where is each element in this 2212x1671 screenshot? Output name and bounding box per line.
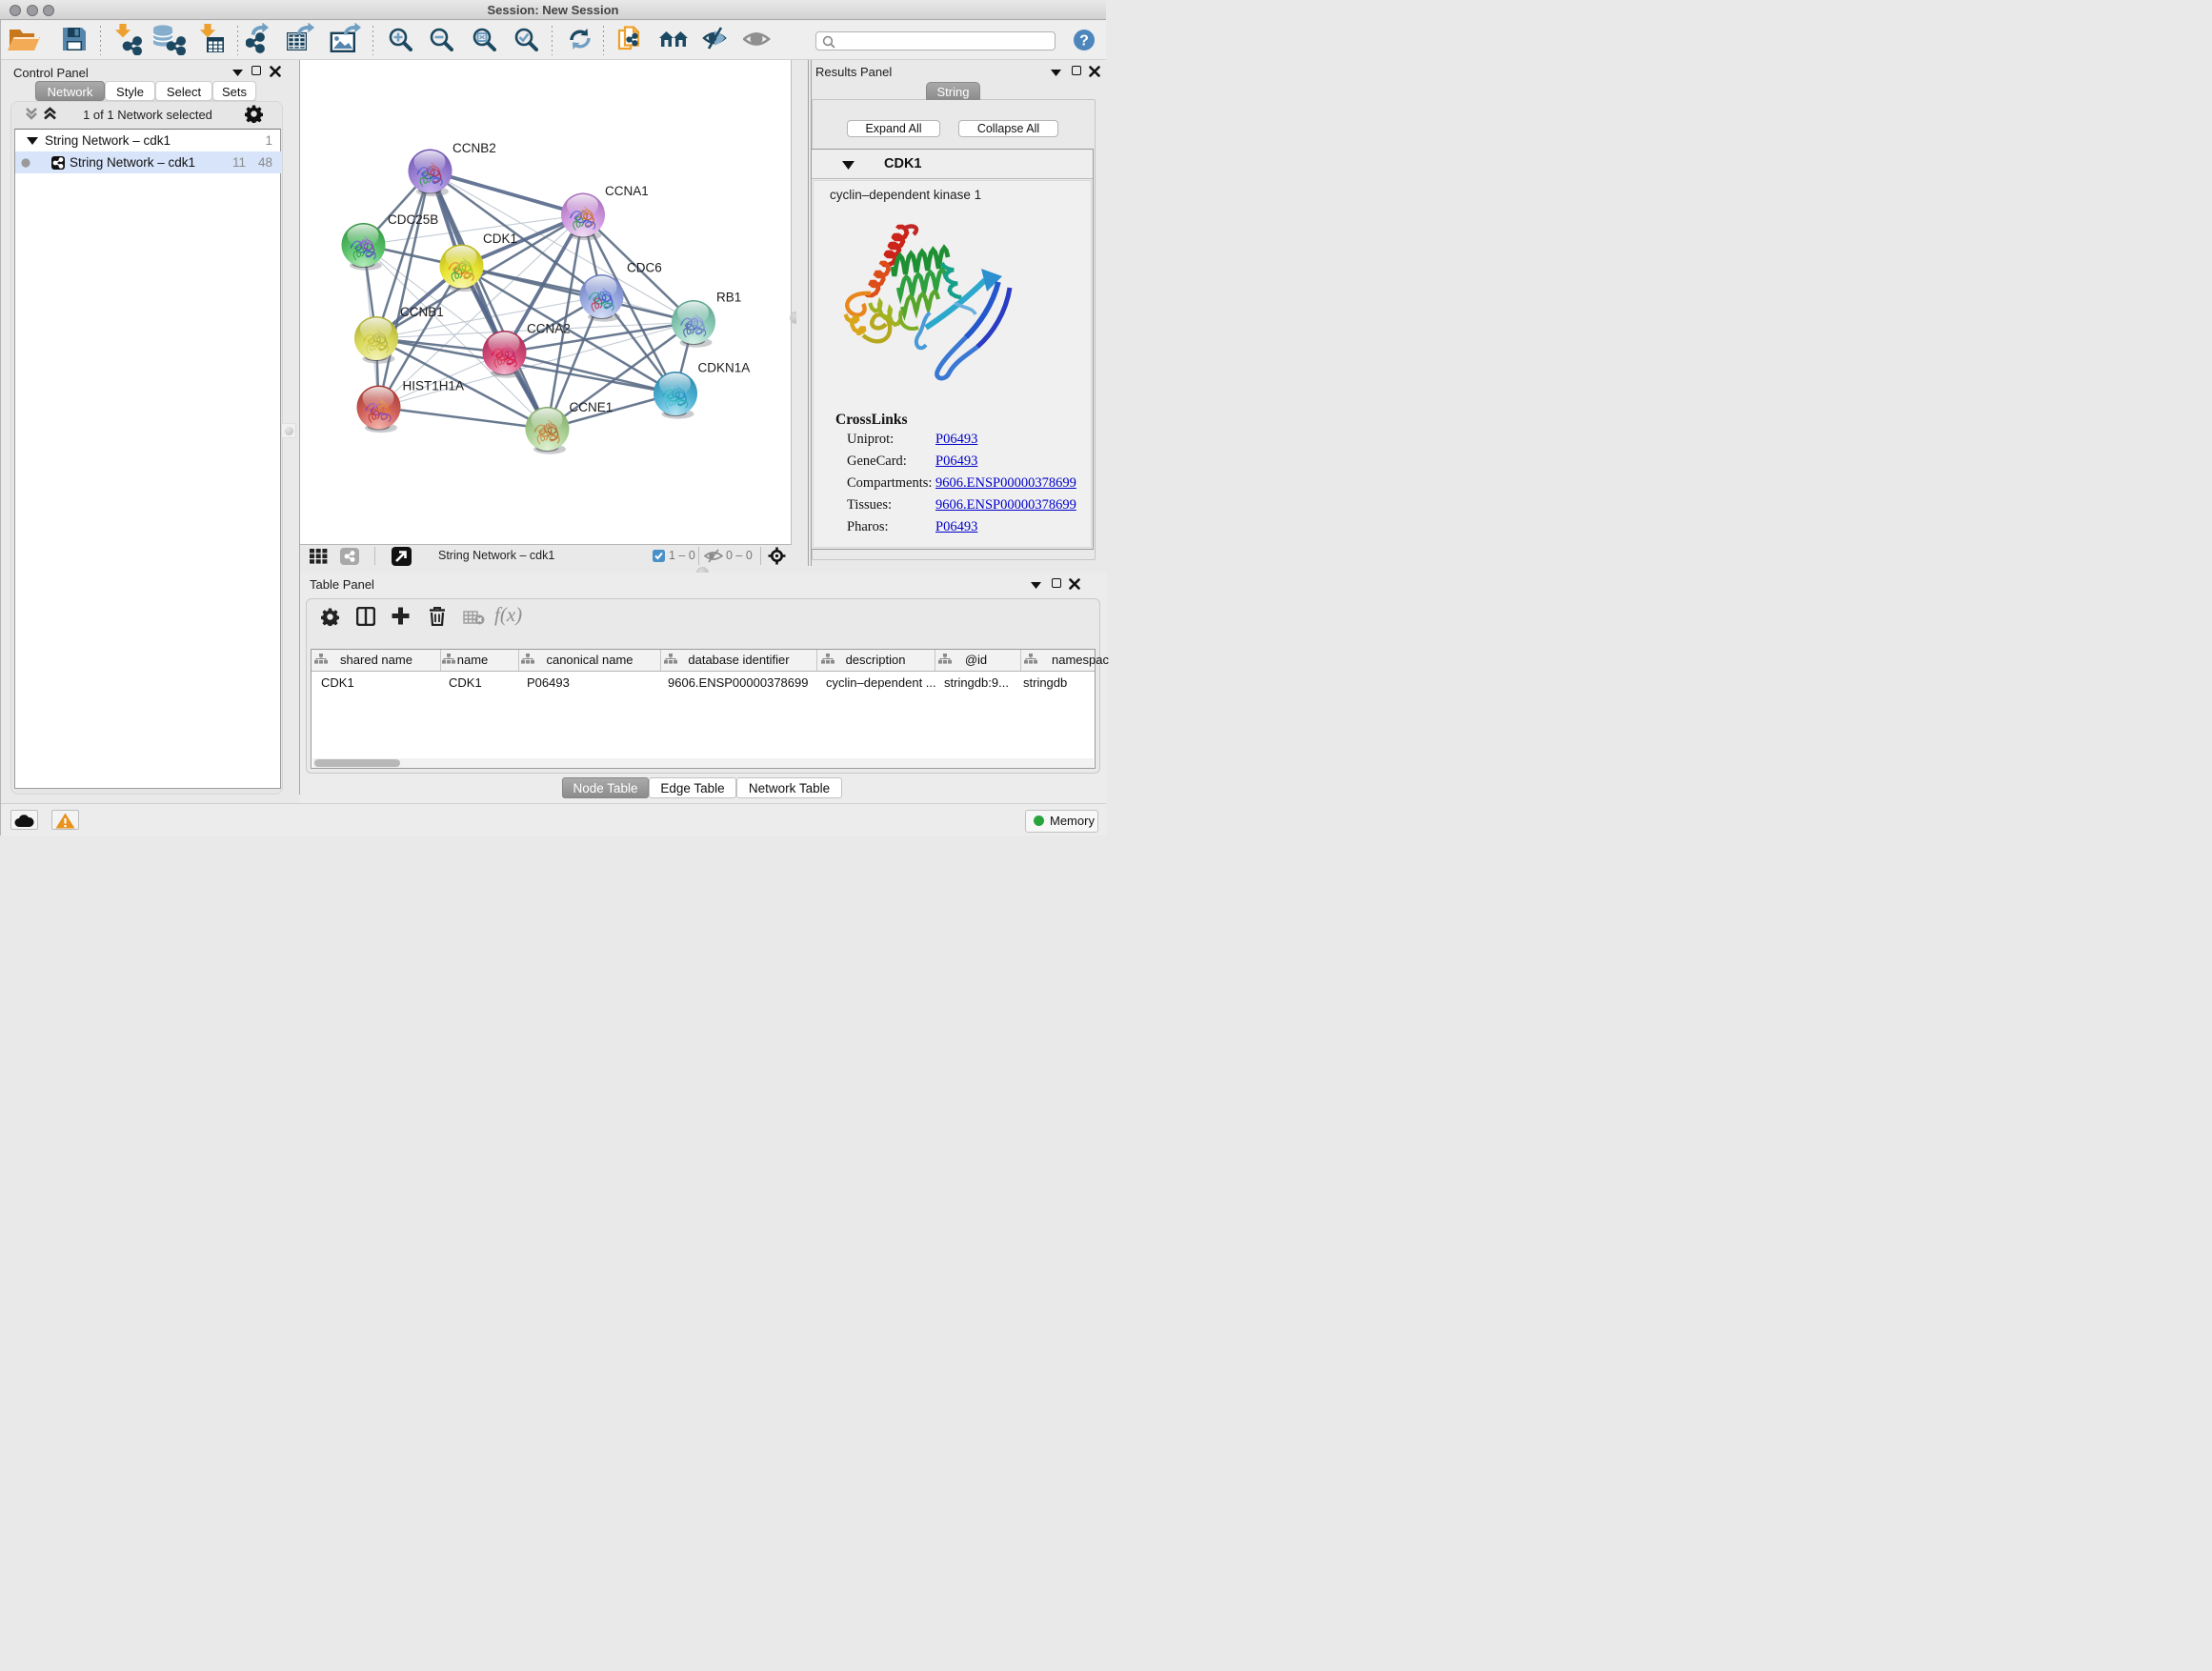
svg-text:CCNA1: CCNA1 — [605, 184, 649, 198]
svg-text:CCNE1: CCNE1 — [570, 400, 613, 414]
svg-text:CDC6: CDC6 — [627, 261, 662, 275]
svg-text:CCNA2: CCNA2 — [527, 322, 571, 336]
svg-text:CDK1: CDK1 — [483, 232, 517, 246]
svg-text:CDC25B: CDC25B — [388, 212, 438, 227]
svg-text:?: ? — [1079, 33, 1089, 50]
svg-text:RB1: RB1 — [716, 291, 741, 305]
svg-text:CCNB2: CCNB2 — [452, 141, 496, 155]
svg-text:HIST1H1A: HIST1H1A — [403, 379, 465, 393]
svg-text:CCNB1: CCNB1 — [400, 305, 444, 319]
svg-text:CDKN1A: CDKN1A — [698, 361, 751, 375]
